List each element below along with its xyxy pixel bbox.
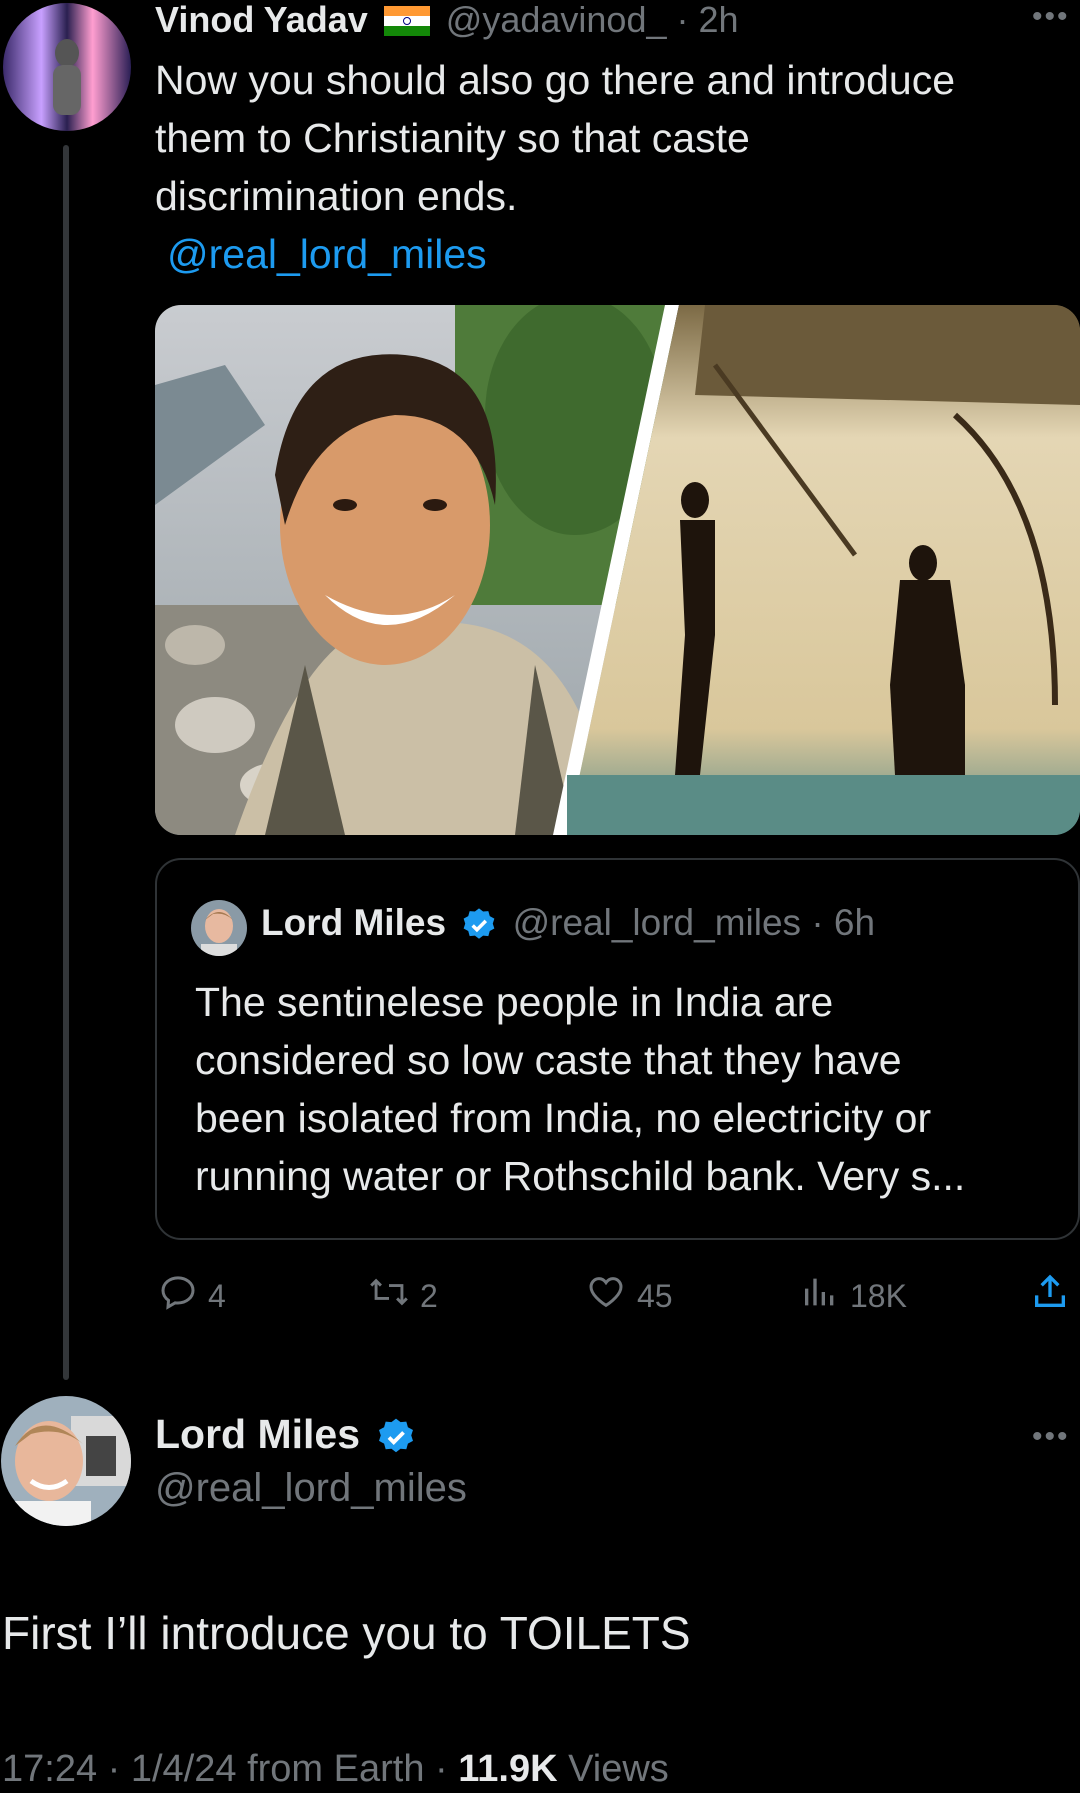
thread-line <box>63 145 69 1380</box>
reply-icon <box>158 1272 198 1320</box>
views-chart-icon <box>800 1272 840 1320</box>
quoted-tweet[interactable]: Lord Miles @real_lord_miles · 6h The sen… <box>155 858 1080 1240</box>
quote-text: The sentinelese people in India are cons… <box>195 973 1075 1205</box>
share-button[interactable] <box>1030 1272 1070 1320</box>
views-count: 18K <box>850 1277 907 1314</box>
quote-author-name[interactable]: Lord Miles <box>261 902 446 943</box>
verified-badge-icon <box>460 906 498 944</box>
tweet-time[interactable]: · 2h <box>677 0 739 40</box>
avatar-lord-miles-quote[interactable] <box>191 900 247 956</box>
tweet-media-image[interactable] <box>155 305 1080 835</box>
avatar-vinod[interactable] <box>3 3 131 131</box>
tweet-text-line: Now you should also go there and introdu… <box>155 57 956 103</box>
repost-count: 2 <box>420 1277 438 1314</box>
reply-author-handle[interactable]: @real_lord_miles <box>155 1462 467 1514</box>
views-total: 11.9K <box>458 1748 558 1790</box>
repost-button[interactable]: 2 <box>368 1272 438 1320</box>
quote-text-line: been isolated from India, no electricity… <box>195 1095 932 1141</box>
reply-button[interactable]: 4 <box>158 1272 226 1320</box>
share-icon <box>1030 1272 1070 1320</box>
india-flag-icon <box>383 2 430 36</box>
quote-text-line: The sentinelese people in India are <box>195 979 834 1025</box>
views-label: Views <box>557 1748 669 1790</box>
like-count: 45 <box>637 1277 673 1314</box>
quote-text-line: considered so low caste that they have <box>195 1037 902 1083</box>
quote-time[interactable]: · 6h <box>811 902 875 943</box>
mention-link[interactable]: @real_lord_miles <box>155 225 1055 283</box>
timestamp[interactable]: 17:24 · 1/4/24 from Earth · <box>2 1748 458 1790</box>
reply-count: 4 <box>208 1277 226 1314</box>
reply-author-name[interactable]: Lord Miles <box>155 1411 360 1457</box>
verified-badge-icon <box>375 1416 417 1458</box>
avatar-lord-miles[interactable] <box>1 1396 131 1526</box>
quote-author-handle[interactable]: @real_lord_miles <box>513 902 801 943</box>
views-button[interactable]: 18K <box>800 1272 907 1320</box>
tweet-text-line: discrimination ends. <box>155 173 518 219</box>
repost-icon <box>368 1272 410 1320</box>
like-button[interactable]: 45 <box>585 1272 673 1320</box>
reply-text: First I’ll introduce you to TOILETS <box>2 1607 691 1659</box>
tweet-meta: 17:24 · 1/4/24 from Earth · 11.9K Views <box>2 1745 669 1793</box>
quote-text-line: running water or Rothschild bank. Very s… <box>195 1153 966 1199</box>
more-dots-icon[interactable]: ••• <box>1032 1420 1070 1454</box>
tweet-text-line: them to Christianity so that caste <box>155 115 750 161</box>
more-dots-icon[interactable]: ••• <box>1032 0 1070 34</box>
heart-icon <box>585 1272 627 1320</box>
author-name[interactable]: Vinod Yadav <box>155 0 368 40</box>
tweet-text: Now you should also go there and introdu… <box>155 51 1055 283</box>
author-handle[interactable]: @yadavinod_ <box>446 0 667 40</box>
